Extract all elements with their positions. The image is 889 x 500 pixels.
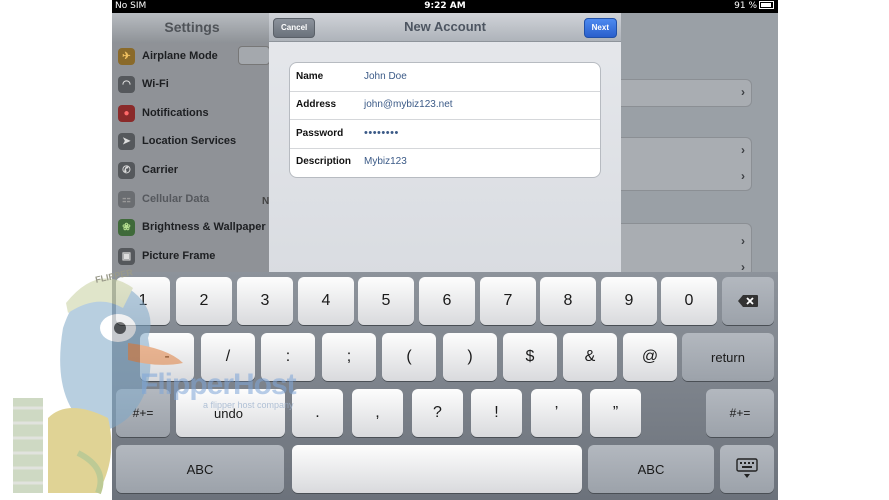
key-6[interactable]: 6 [419, 277, 475, 325]
status-bar: No SIM 9:22 AM 91 % [112, 0, 778, 13]
chevron-right-icon: › [741, 143, 745, 157]
wifi-icon: ◠ [118, 75, 135, 93]
sidebar-item-location-services[interactable]: ➤ Location Services [112, 127, 272, 155]
sidebar-item-wifi[interactable]: ◠ Wi-Fi [112, 70, 272, 98]
sidebar-item-label: Wi-Fi [142, 78, 169, 90]
abc-key-left[interactable]: ABC [116, 445, 284, 493]
key-open-paren[interactable]: ( [382, 333, 436, 381]
battery-icon [759, 1, 774, 9]
battery-percent: 91 % [734, 1, 757, 11]
sidebar-item-label: Picture Frame [142, 250, 216, 262]
backspace-icon [738, 295, 758, 307]
key-ampersand[interactable]: & [563, 333, 617, 381]
key-semicolon[interactable]: ; [322, 333, 376, 381]
sidebar-item-label: Airplane Mode [142, 50, 218, 62]
field-label: Password [296, 128, 344, 139]
key-8[interactable]: 8 [540, 277, 596, 325]
next-button[interactable]: Next [583, 18, 617, 38]
name-field[interactable]: John Doe [364, 71, 407, 82]
description-field[interactable]: Mybiz123 [364, 156, 407, 167]
form-row-address[interactable]: Address john@mybiz123.net [290, 91, 600, 120]
keyboard-icon [736, 458, 758, 478]
sidebar-item-label: Brightness & Wallpaper [142, 221, 266, 233]
key-5[interactable]: 5 [358, 277, 414, 325]
key-1[interactable]: 1 [116, 277, 170, 325]
field-label: Description [296, 156, 352, 167]
sidebar-item-notifications[interactable]: ● Notifications [112, 99, 272, 127]
status-time: 9:22 AM [424, 1, 466, 11]
sidebar-item-label: Carrier [142, 164, 179, 176]
modal-title: New Account [404, 19, 486, 34]
settings-title: Settings [112, 13, 272, 43]
airplane-icon: ✈ [118, 47, 135, 65]
key-period[interactable]: . [292, 389, 343, 437]
location-icon: ➤ [118, 132, 135, 150]
delete-key[interactable] [722, 277, 774, 325]
key-slash[interactable]: / [201, 333, 255, 381]
symbols-key-left[interactable]: #+= [116, 389, 170, 437]
ipad-screen: No SIM 9:22 AM 91 % Settings ✈ Airplane M… [112, 0, 778, 500]
sidebar-item-label: Cellular Data [142, 193, 210, 205]
battery-indicator: 91 % [734, 1, 774, 11]
chevron-right-icon: › [741, 169, 745, 183]
abc-key-right[interactable]: ABC [588, 445, 714, 493]
picture-frame-icon: ▣ [118, 247, 135, 265]
account-form: Name John Doe Address john@mybiz123.net Pa… [289, 62, 601, 178]
notifications-icon: ● [118, 104, 135, 122]
key-3[interactable]: 3 [237, 277, 293, 325]
sidebar-item-label: Location Services [142, 135, 237, 147]
key-4[interactable]: 4 [298, 277, 354, 325]
key-comma[interactable]: , [352, 389, 403, 437]
key-exclamation[interactable]: ! [471, 389, 522, 437]
password-field[interactable]: •••••••• [364, 127, 399, 139]
key-close-paren[interactable]: ) [443, 333, 497, 381]
key-quote[interactable]: ” [590, 389, 641, 437]
new-account-modal: Cancel New Account Next Name John Doe Add… [269, 13, 621, 275]
key-0[interactable]: 0 [661, 277, 717, 325]
sidebar-item-carrier[interactable]: ✆ Carrier [112, 156, 272, 184]
key-question[interactable]: ? [412, 389, 463, 437]
key-7[interactable]: 7 [480, 277, 536, 325]
key-hyphen[interactable]: - [140, 333, 194, 381]
sidebar-item-cellular-data[interactable]: ⚏ Cellular Data [112, 185, 272, 213]
key-at[interactable]: @ [623, 333, 677, 381]
space-key[interactable] [292, 445, 582, 493]
cellular-icon: ⚏ [118, 190, 135, 208]
return-key[interactable]: return [682, 333, 774, 381]
numeric-keyboard: 1 2 3 4 5 6 7 8 9 0 - / : ; ( ) $ & @ re… [112, 272, 778, 500]
airplane-mode-toggle[interactable] [238, 46, 270, 65]
chevron-right-icon: › [741, 85, 745, 99]
modal-navbar: Cancel New Account Next [269, 13, 621, 42]
symbols-key-right[interactable]: #+= [706, 389, 774, 437]
key-colon[interactable]: : [261, 333, 315, 381]
chevron-right-icon: › [741, 234, 745, 248]
key-apostrophe[interactable]: ’ [531, 389, 582, 437]
sidebar-item-brightness-wallpaper[interactable]: ❀ Brightness & Wallpaper [112, 213, 272, 241]
field-label: Name [296, 71, 324, 82]
field-label: Address [296, 99, 337, 110]
form-row-password[interactable]: Password •••••••• [290, 120, 600, 149]
key-2[interactable]: 2 [176, 277, 232, 325]
form-row-description[interactable]: Description Mybiz123 [290, 148, 600, 176]
key-9[interactable]: 9 [601, 277, 657, 325]
sidebar-item-picture-frame[interactable]: ▣ Picture Frame [112, 242, 272, 270]
sidebar-item-label: Notifications [142, 107, 209, 119]
brightness-icon: ❀ [118, 218, 135, 236]
key-dollar[interactable]: $ [503, 333, 557, 381]
undo-key[interactable]: undo [176, 389, 285, 437]
form-row-name[interactable]: Name John Doe [290, 63, 600, 92]
carrier-icon: ✆ [118, 161, 135, 179]
address-field[interactable]: john@mybiz123.net [364, 99, 453, 110]
hide-keyboard-key[interactable] [720, 445, 774, 493]
